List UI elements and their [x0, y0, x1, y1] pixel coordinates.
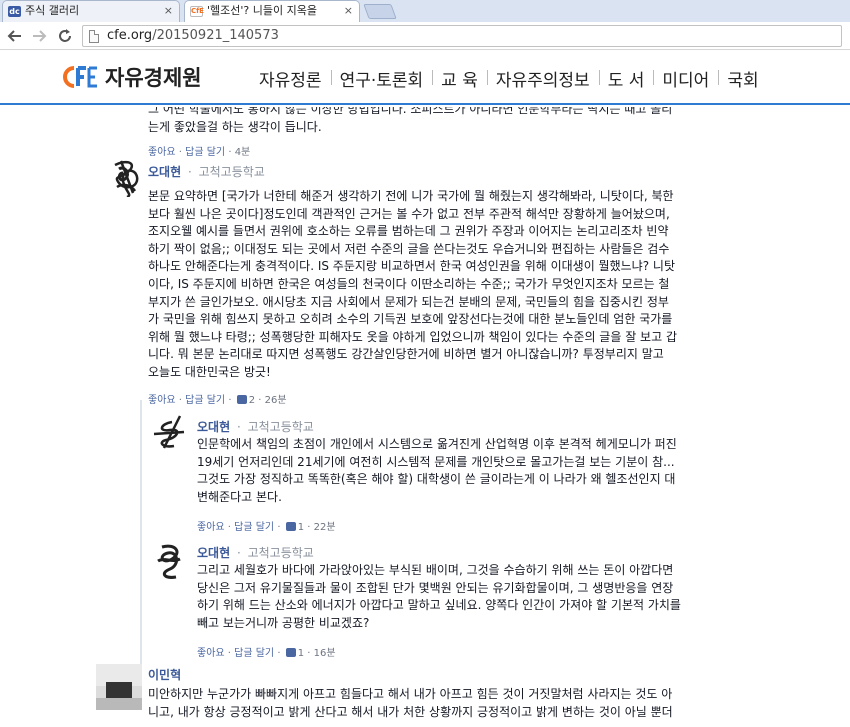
avatar-scribbled-icon	[150, 541, 190, 581]
author-affiliation[interactable]: 고척고등학교	[248, 420, 314, 434]
thumbs-up-icon	[285, 648, 296, 657]
cfe-favicon-icon: CfE	[190, 6, 204, 17]
nav-item-opinion[interactable]: 자유정론	[250, 66, 331, 91]
reply-item: 오대현 · 고척고등학교 그리고 세월호가 바다에 가라앉아있는 부식된 배이며…	[0, 540, 850, 670]
author-name[interactable]: 오대현	[148, 165, 181, 179]
avatar-scribbled-icon	[150, 412, 190, 452]
author-name[interactable]: 이민혁	[148, 668, 181, 682]
reply-item: 오대현 · 고척고등학교 인문학에서 책임의 초점이 개인에서 시스템으로 옮겨…	[0, 410, 850, 540]
url-text: cfe.org/20150921_140573	[107, 28, 279, 43]
reload-icon[interactable]	[56, 27, 74, 45]
avatar-photo	[96, 664, 142, 710]
browser-tab-cfe-article[interactable]: CfE '헬조선'? 니들이 지옥을 ×	[184, 0, 360, 22]
comment-text: 미안하지만 누군가가 빠빠지게 아프고 힘들다고 해서 내가 아프고 힘든 것이…	[148, 687, 673, 719]
comment-meta: 좋아요 · 답글 달기 · 2 · 26분	[148, 395, 287, 406]
site-logo[interactable]: 자유경제원	[62, 62, 202, 92]
comment-text: 본문 요약하면 [국가가 너한테 해준거 생각하기 전에 니가 국가에 뭘 해줬…	[148, 189, 677, 379]
like-count: 1	[297, 648, 305, 659]
nav-item-liberalism-info[interactable]: 자유주의정보	[486, 66, 599, 91]
forward-arrow-icon[interactable]	[30, 27, 48, 45]
author-affiliation[interactable]: 고척고등학교	[199, 165, 265, 179]
like-link[interactable]: 좋아요	[197, 648, 225, 659]
site-logo-text: 자유경제원	[105, 66, 202, 90]
author-name[interactable]: 오대현	[197, 546, 230, 560]
comment-item: 오대현 · 고척고등학교 본문 요약하면 [국가가 너한테 해준거 생각하기 전…	[0, 155, 850, 406]
nav-item-research-forum[interactable]: 연구·토론회	[330, 66, 433, 91]
new-tab-button[interactable]	[363, 4, 397, 19]
reply-link[interactable]: 답글 달기	[234, 522, 274, 533]
tab-title: '헬조선'? 니들이 지옥을	[207, 4, 317, 17]
comment-meta: 좋아요 · 답글 달기 · 1 · 22분	[197, 522, 336, 533]
comment-section: 그 어떤 학술에서도 통하지 않는 이상한 방법입니다. 소피스트가 아니라면 …	[0, 107, 850, 727]
like-link[interactable]: 좋아요	[197, 522, 225, 533]
comment-author[interactable]: 오대현 · 고척고등학교	[197, 418, 314, 435]
comment-continuation: 그 어떤 학술에서도 통하지 않는 이상한 방법입니다. 소피스트가 아니라면 …	[0, 107, 850, 159]
comment-time: 16분	[313, 648, 336, 659]
reply-link[interactable]: 답글 달기	[185, 395, 225, 406]
page-icon	[89, 30, 99, 43]
comment-item: 이민혁 미안하지만 누군가가 빠빠지게 아프고 힘들다고 해서 내가 아프고 힘…	[0, 664, 850, 727]
like-count: 2	[248, 395, 256, 406]
main-navigation: 자유정론 연구·토론회 교 육 자유주의정보 도 서 미디어 국회	[250, 66, 768, 91]
address-bar[interactable]: cfe.org/20150921_140573	[82, 25, 842, 47]
comment-text: 그리고 세월호가 바다에 가라앉아있는 부식된 배이며, 그것을 수습하기 위해…	[197, 563, 681, 630]
tab-title: 주식 갤러리	[25, 4, 80, 17]
nav-item-books[interactable]: 도 서	[598, 66, 654, 91]
author-affiliation[interactable]: 고척고등학교	[248, 546, 314, 560]
browser-tab-stock-gallery[interactable]: dc 주식 갤러리 ×	[2, 0, 180, 22]
like-link[interactable]: 좋아요	[148, 395, 176, 406]
comment-time: 22분	[313, 522, 336, 533]
avatar-scribbled-icon	[107, 157, 147, 197]
site-header: 자유경제원 자유정론 연구·토론회 교 육 자유주의정보 도 서 미디어 국회	[0, 50, 850, 105]
thumbs-up-icon	[236, 395, 247, 404]
thumbs-up-icon	[285, 522, 296, 531]
comment-author[interactable]: 이민혁	[148, 666, 181, 683]
nav-item-education[interactable]: 교 육	[432, 66, 487, 91]
tab-close-icon[interactable]: ×	[344, 1, 353, 21]
browser-tab-strip: dc 주식 갤러리 × CfE '헬조선'? 니들이 지옥을 ×	[0, 0, 850, 22]
reply-link[interactable]: 답글 달기	[234, 648, 274, 659]
comment-author[interactable]: 오대현 · 고척고등학교	[197, 544, 314, 561]
nav-item-media[interactable]: 미디어	[653, 66, 718, 91]
like-count: 1	[297, 522, 305, 533]
comment-text: 인문학에서 책임의 초점이 개인에서 시스템으로 옮겨진게 산업혁명 이후 본격…	[197, 437, 677, 504]
tab-close-icon[interactable]: ×	[164, 1, 173, 21]
author-name[interactable]: 오대현	[197, 420, 230, 434]
back-arrow-icon[interactable]	[6, 27, 24, 45]
dc-favicon-icon: dc	[8, 6, 21, 17]
nav-item-assembly[interactable]: 국회	[718, 66, 767, 91]
comment-text: 그 어떤 학술에서도 통하지 않는 이상한 방법입니다. 소피스트가 아니라면 …	[148, 107, 673, 134]
cfe-logo-icon	[63, 66, 97, 88]
browser-toolbar: cfe.org/20150921_140573	[0, 22, 850, 50]
comment-time: 26분	[264, 395, 287, 406]
comment-meta: 좋아요 · 답글 달기 · 1 · 16분	[197, 648, 336, 659]
comment-author[interactable]: 오대현 · 고척고등학교	[148, 163, 265, 180]
